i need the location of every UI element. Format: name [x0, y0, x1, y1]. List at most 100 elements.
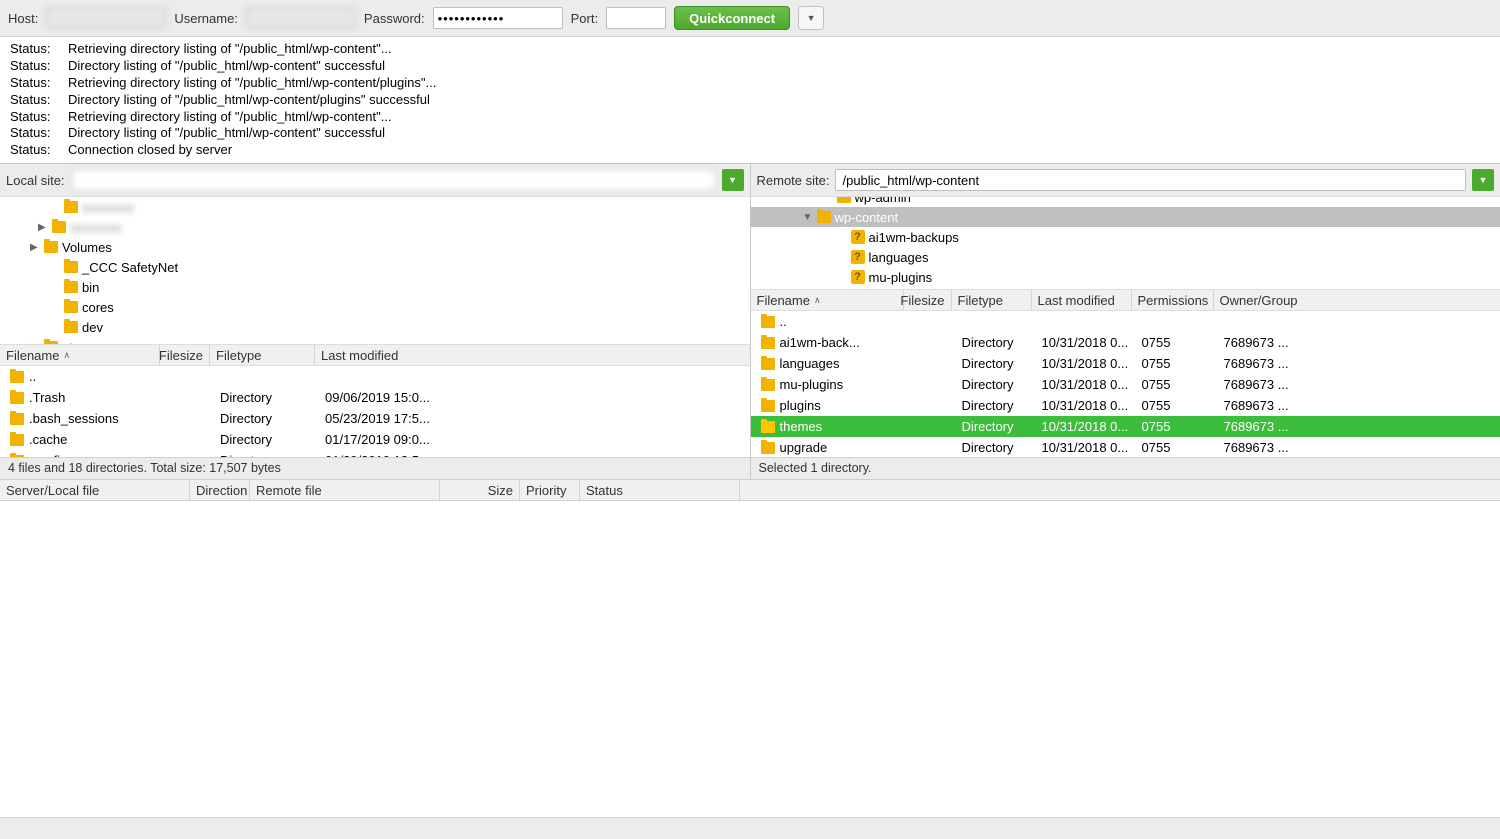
- folder-icon: [761, 421, 775, 433]
- tree-item[interactable]: cores: [0, 297, 750, 317]
- hdr-filesize[interactable]: Filesize: [904, 290, 952, 310]
- transfer-queue-header[interactable]: Server/Local fileDirectionRemote fileSiz…: [0, 479, 1500, 501]
- local-file-list[interactable]: ...TrashDirectory09/06/2019 15:0....bash…: [0, 366, 750, 457]
- tree-item[interactable]: wp-admin: [751, 196, 1500, 207]
- owner: 7689673 ...: [1218, 356, 1308, 371]
- unknown-folder-icon: ?: [851, 230, 865, 244]
- hdr-filesize[interactable]: Filesize: [160, 345, 210, 365]
- list-item[interactable]: upgradeDirectory10/31/2018 0...075576896…: [751, 437, 1500, 457]
- hdr-filetype[interactable]: Filetype: [952, 290, 1032, 310]
- list-item[interactable]: ai1wm-back...Directory10/31/2018 0...075…: [751, 332, 1500, 353]
- queue-hdr-col[interactable]: Direction: [190, 480, 250, 500]
- tree-item[interactable]: ? ai1wm-backups: [751, 227, 1500, 247]
- owner: 7689673 ...: [1218, 398, 1308, 413]
- list-item[interactable]: .cacheDirectory01/17/2019 09:0...: [0, 429, 750, 450]
- tree-label: mu-plugins: [869, 270, 933, 285]
- filetype: Directory: [214, 411, 319, 426]
- local-list-header[interactable]: Filename∧ Filesize Filetype Last modifie…: [0, 344, 750, 366]
- password-input[interactable]: [433, 7, 563, 29]
- tree-item[interactable]: ▶xxxxxxxx: [0, 217, 750, 237]
- tree-item[interactable]: _CCC SafetyNet: [0, 257, 750, 277]
- folder-icon: [761, 379, 775, 391]
- filetype: Directory: [956, 356, 1036, 371]
- host-label: Host:: [8, 11, 38, 26]
- list-item[interactable]: languagesDirectory10/31/2018 0...0755768…: [751, 353, 1500, 374]
- owner: 7689673 ...: [1218, 419, 1308, 434]
- tree-label: bin: [82, 280, 99, 295]
- tree-item[interactable]: dev: [0, 317, 750, 337]
- list-item[interactable]: .configDirectory01/29/2019 13:5...: [0, 450, 750, 457]
- hdr-filetype[interactable]: Filetype: [210, 345, 315, 365]
- owner: 7689673 ...: [1218, 377, 1308, 392]
- tree-label: xxxxxxxx: [82, 200, 134, 215]
- expand-icon[interactable]: ▼: [803, 212, 813, 223]
- remote-site-dropdown[interactable]: ▼: [1472, 169, 1494, 191]
- folder-icon: [64, 321, 78, 333]
- list-item[interactable]: ..: [751, 311, 1500, 332]
- quickconnect-button[interactable]: Quickconnect: [674, 6, 790, 30]
- folder-icon: [837, 196, 851, 203]
- quickconnect-dropdown[interactable]: ▼: [798, 6, 824, 30]
- remote-site-bar: Remote site: ▼: [751, 164, 1500, 196]
- chevron-down-icon: ▼: [1479, 175, 1488, 185]
- folder-icon: [44, 241, 58, 253]
- folder-icon: [52, 221, 66, 233]
- folder-icon: [10, 434, 24, 446]
- unknown-folder-icon: ?: [851, 270, 865, 284]
- expand-icon[interactable]: ▶: [38, 222, 48, 233]
- owner: 7689673 ...: [1218, 440, 1308, 455]
- hdr-filename[interactable]: Filename∧: [0, 345, 160, 365]
- folder-icon: [761, 337, 775, 349]
- queue-hdr-col[interactable]: Remote file: [250, 480, 440, 500]
- host-input[interactable]: [46, 7, 166, 29]
- hdr-filename[interactable]: Filename∧: [751, 290, 904, 310]
- remote-list-header[interactable]: Filename∧ Filesize Filetype Last modifie…: [751, 289, 1500, 311]
- folder-icon: [64, 301, 78, 313]
- queue-hdr-col[interactable]: Server/Local file: [0, 480, 190, 500]
- hdr-modified[interactable]: Last modified: [315, 345, 750, 365]
- modified: 05/23/2019 17:5...: [319, 411, 519, 426]
- local-tree[interactable]: xxxxxxxx ▶xxxxxxxx▶Volumes_CCC SafetyNet b…: [0, 196, 750, 344]
- tree-item[interactable]: bin: [0, 277, 750, 297]
- local-site-dropdown[interactable]: ▼: [722, 169, 744, 191]
- tree-item[interactable]: ▶etc: [0, 337, 750, 344]
- remote-tree[interactable]: wp-admin ▼ wp-content? ai1wm-backups ?langua…: [751, 196, 1500, 289]
- hdr-permissions[interactable]: Permissions: [1132, 290, 1214, 310]
- unknown-folder-icon: ?: [851, 250, 865, 264]
- tree-label: wp-content: [835, 210, 899, 225]
- folder-icon: [10, 413, 24, 425]
- queue-hdr-col[interactable]: Size: [440, 480, 520, 500]
- username-input[interactable]: [246, 7, 356, 29]
- list-item[interactable]: mu-pluginsDirectory10/31/2018 0...075576…: [751, 374, 1500, 395]
- list-item[interactable]: pluginsDirectory10/31/2018 0...075576896…: [751, 395, 1500, 416]
- tree-label: ai1wm-backups: [869, 230, 959, 245]
- port-input[interactable]: [606, 7, 666, 29]
- expand-icon[interactable]: ▶: [30, 242, 40, 253]
- hdr-owner[interactable]: Owner/Group: [1214, 290, 1500, 310]
- permissions: 0755: [1136, 398, 1218, 413]
- local-site-input[interactable]: [71, 169, 716, 191]
- list-item[interactable]: ..: [0, 366, 750, 387]
- remote-file-list[interactable]: ..ai1wm-back...Directory10/31/2018 0...0…: [751, 311, 1500, 457]
- local-site-label: Local site:: [6, 173, 65, 188]
- hdr-modified[interactable]: Last modified: [1032, 290, 1132, 310]
- modified: 10/31/2018 0...: [1036, 398, 1136, 413]
- queue-hdr-col[interactable]: Priority: [520, 480, 580, 500]
- tree-item[interactable]: ▶Volumes: [0, 237, 750, 257]
- folder-icon: [44, 341, 58, 344]
- list-item[interactable]: .bash_sessionsDirectory05/23/2019 17:5..…: [0, 408, 750, 429]
- chevron-down-icon: ▼: [728, 175, 737, 185]
- tree-item[interactable]: ▼ wp-content: [751, 207, 1500, 227]
- tree-item[interactable]: xxxxxxxx: [0, 197, 750, 217]
- remote-site-input[interactable]: [835, 169, 1466, 191]
- local-status: 4 files and 18 directories. Total size: …: [0, 457, 750, 479]
- filetype: Directory: [214, 432, 319, 447]
- filename: .Trash: [29, 390, 65, 405]
- list-item[interactable]: themesDirectory10/31/2018 0...0755768967…: [751, 416, 1500, 437]
- tree-item[interactable]: ? mu-plugins: [751, 267, 1500, 287]
- folder-icon: [761, 358, 775, 370]
- tree-item[interactable]: ?languages: [751, 247, 1500, 267]
- transfer-queue[interactable]: [0, 501, 1500, 817]
- list-item[interactable]: .TrashDirectory09/06/2019 15:0...: [0, 387, 750, 408]
- queue-hdr-col[interactable]: Status: [580, 480, 740, 500]
